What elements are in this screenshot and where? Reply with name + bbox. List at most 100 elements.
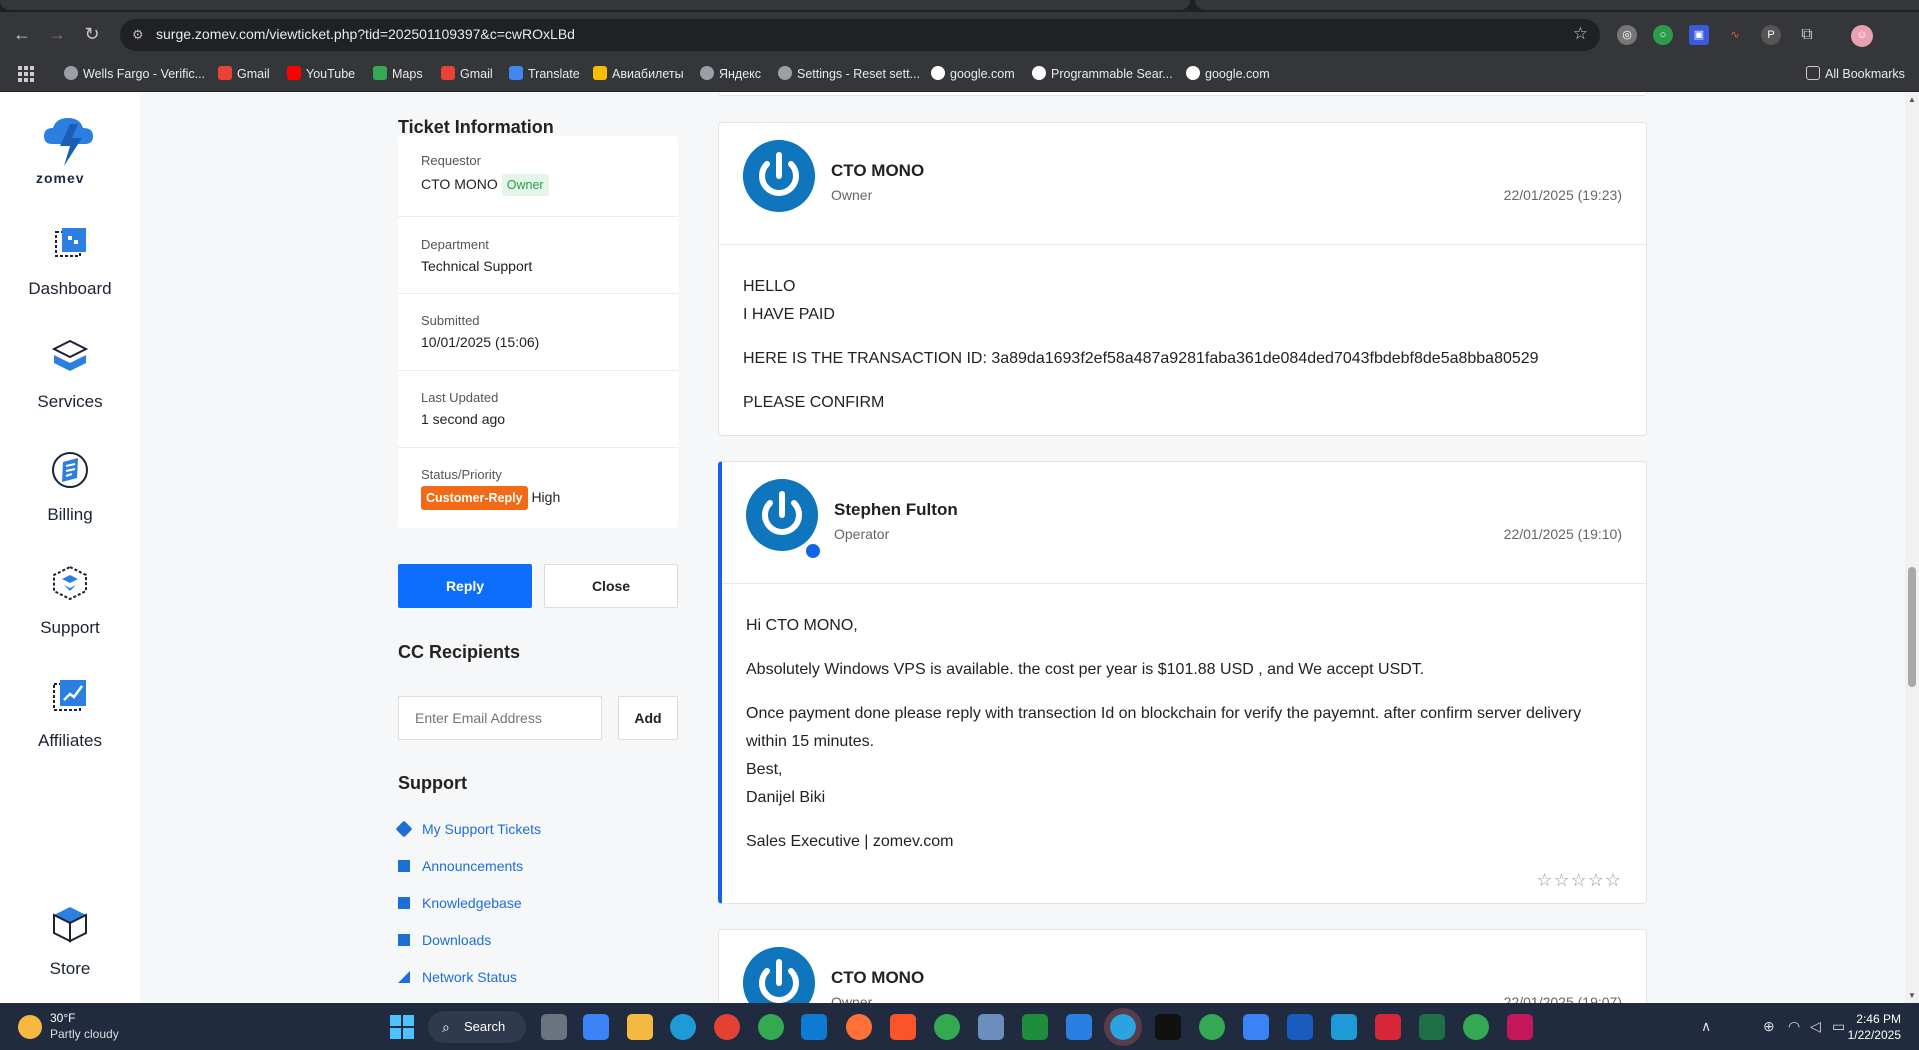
google-icon bbox=[1186, 66, 1200, 80]
chrome-icon[interactable] bbox=[934, 1014, 960, 1040]
scroll-up-icon[interactable]: ▲ bbox=[1908, 95, 1916, 104]
link-my-support-tickets[interactable]: My Support Tickets bbox=[395, 820, 541, 838]
power-avatar-icon bbox=[743, 140, 815, 212]
folder-icon bbox=[1806, 66, 1820, 80]
chrome-icon[interactable] bbox=[714, 1014, 740, 1040]
sidebar-item-support[interactable]: Support bbox=[0, 563, 140, 638]
link-knowledgebase[interactable]: Knowledgebase bbox=[398, 895, 522, 911]
reply-role: Owner bbox=[831, 187, 873, 203]
priority-value: High bbox=[531, 489, 561, 505]
telegram-icon[interactable] bbox=[1104, 1008, 1142, 1046]
cc-email-input[interactable] bbox=[398, 696, 602, 740]
firefox-icon[interactable] bbox=[846, 1014, 872, 1040]
taskbar-clock[interactable]: 2:46 PM 1/22/2025 bbox=[1848, 1011, 1901, 1043]
bookmark-item[interactable]: google.com bbox=[931, 65, 1015, 83]
tray-chevron-icon[interactable]: ∧ bbox=[1701, 1018, 1711, 1035]
bookmark-star-icon[interactable]: ☆ bbox=[1573, 24, 1588, 44]
app-icon[interactable] bbox=[978, 1014, 1004, 1040]
edge-icon[interactable] bbox=[670, 1014, 696, 1040]
app-icon[interactable] bbox=[1022, 1014, 1048, 1040]
reply-date: 22/01/2025 (19:23) bbox=[1503, 187, 1622, 203]
link-network-status[interactable]: Network Status bbox=[398, 969, 517, 985]
extension-icon[interactable]: P bbox=[1761, 25, 1781, 45]
bookmarks-bar: Wells Fargo - Verific... Gmail YouTube M… bbox=[0, 56, 1919, 92]
url-text[interactable]: surge.zomev.com/viewticket.php?tid=20250… bbox=[156, 26, 575, 42]
bookmark-item[interactable]: Settings - Reset sett... bbox=[778, 65, 920, 83]
volume-icon[interactable]: ◁ bbox=[1810, 1018, 1821, 1035]
bookmark-item[interactable]: YouTube bbox=[287, 65, 355, 83]
extensions-puzzle-icon[interactable]: ⧉ bbox=[1797, 25, 1817, 45]
terminal-icon[interactable] bbox=[1155, 1014, 1181, 1040]
bookmark-item[interactable]: Яндекс bbox=[700, 65, 761, 83]
app-icon[interactable] bbox=[1375, 1014, 1401, 1040]
apps-grid-icon[interactable] bbox=[18, 66, 34, 82]
reply-message: Hi CTO MONO, Absolutely Windows VPS is a… bbox=[746, 617, 1582, 850]
submitted-row: Submitted 10/01/2025 (15:06) bbox=[398, 294, 678, 371]
page-scrollbar[interactable]: ▲ ▼ bbox=[1905, 92, 1919, 1003]
forward-icon[interactable]: → bbox=[45, 22, 69, 46]
task-view-icon[interactable] bbox=[541, 1014, 567, 1040]
sidebar: zomev Dashboard Services Billing Support… bbox=[0, 92, 140, 1003]
google-icon bbox=[931, 66, 945, 80]
snipping-tool-icon[interactable] bbox=[1507, 1014, 1533, 1040]
weather-cloud-icon bbox=[18, 1015, 42, 1039]
sidebar-item-services[interactable]: Services bbox=[0, 337, 140, 412]
battery-icon[interactable]: ▭ bbox=[1832, 1018, 1845, 1035]
profile-avatar[interactable]: ☺ bbox=[1851, 25, 1873, 47]
address-bar[interactable]: ⚙ surge.zomev.com/viewticket.php?tid=202… bbox=[120, 19, 1600, 51]
all-bookmarks[interactable]: All Bookmarks bbox=[1806, 65, 1905, 83]
bookmark-item[interactable]: Programmable Sear... bbox=[1032, 65, 1173, 83]
extension-icon[interactable]: ∿ bbox=[1725, 25, 1745, 45]
app-icon[interactable] bbox=[1243, 1014, 1269, 1040]
star-rating[interactable]: ☆☆☆☆☆ bbox=[1536, 870, 1622, 891]
support-box-icon bbox=[53, 565, 87, 601]
dashboard-icon bbox=[55, 228, 86, 257]
site-info-icon[interactable]: ⚙ bbox=[132, 26, 150, 44]
globe-icon bbox=[64, 66, 78, 80]
last-updated-row: Last Updated 1 second ago bbox=[398, 371, 678, 448]
cloud-app-icon[interactable] bbox=[1331, 1014, 1357, 1040]
bookmark-item[interactable]: Авиабилеты bbox=[593, 65, 684, 83]
reply-button[interactable]: Reply bbox=[398, 564, 532, 608]
chrome-icon[interactable] bbox=[1199, 1014, 1225, 1040]
reload-icon[interactable]: ↻ bbox=[80, 22, 104, 46]
bookmark-item[interactable]: Translate bbox=[509, 65, 580, 83]
store-cube-icon bbox=[53, 907, 87, 943]
windows-start-icon[interactable] bbox=[389, 1014, 415, 1040]
notepad-icon[interactable] bbox=[1066, 1014, 1092, 1040]
sidebar-item-affiliates[interactable]: Affiliates bbox=[0, 676, 140, 751]
chrome-icon[interactable] bbox=[1463, 1014, 1489, 1040]
back-icon[interactable]: ← bbox=[10, 22, 34, 46]
vscode-icon[interactable] bbox=[801, 1014, 827, 1040]
scrollbar-thumb[interactable] bbox=[1908, 567, 1916, 687]
language-globe-icon[interactable]: ⊕ bbox=[1763, 1018, 1775, 1035]
reply-role: Owner bbox=[831, 994, 873, 1003]
department-value: Technical Support bbox=[421, 258, 533, 274]
store-app-icon[interactable] bbox=[583, 1014, 609, 1040]
sidebar-item-billing[interactable]: Billing bbox=[0, 450, 140, 525]
bookmark-item[interactable]: Maps bbox=[373, 65, 423, 83]
bookmark-item[interactable]: google.com bbox=[1186, 65, 1270, 83]
word-icon[interactable] bbox=[1287, 1014, 1313, 1040]
sidebar-item-dashboard[interactable]: Dashboard bbox=[0, 224, 140, 299]
reply-date: 22/01/2025 (19:07) bbox=[1503, 994, 1622, 1003]
link-announcements[interactable]: Announcements bbox=[398, 858, 523, 874]
sidebar-item-store[interactable]: Store bbox=[0, 904, 140, 979]
add-cc-button[interactable]: Add bbox=[618, 696, 678, 740]
chrome-icon[interactable] bbox=[758, 1014, 784, 1040]
file-explorer-icon[interactable] bbox=[627, 1014, 653, 1040]
save-extension-icon[interactable]: ▣ bbox=[1689, 25, 1709, 45]
bookmark-item[interactable]: Gmail bbox=[441, 65, 493, 83]
wifi-icon[interactable]: ◠ bbox=[1788, 1018, 1800, 1035]
taskbar-search[interactable]: ⌕ Search bbox=[428, 1011, 526, 1043]
brave-icon[interactable] bbox=[890, 1014, 916, 1040]
bookmark-item[interactable]: Gmail bbox=[218, 65, 270, 83]
link-downloads[interactable]: Downloads bbox=[398, 932, 491, 948]
reply-card-operator: Stephen Fulton Operator 22/01/2025 (19:1… bbox=[718, 461, 1647, 904]
excel-icon[interactable] bbox=[1419, 1014, 1445, 1040]
extension-icon[interactable]: ○ bbox=[1653, 25, 1673, 45]
bookmark-item[interactable]: Wells Fargo - Verific... bbox=[64, 65, 205, 83]
scroll-down-icon[interactable]: ▼ bbox=[1908, 991, 1916, 1000]
close-button[interactable]: Close bbox=[544, 564, 678, 608]
extension-icon[interactable]: ◎ bbox=[1617, 25, 1637, 45]
